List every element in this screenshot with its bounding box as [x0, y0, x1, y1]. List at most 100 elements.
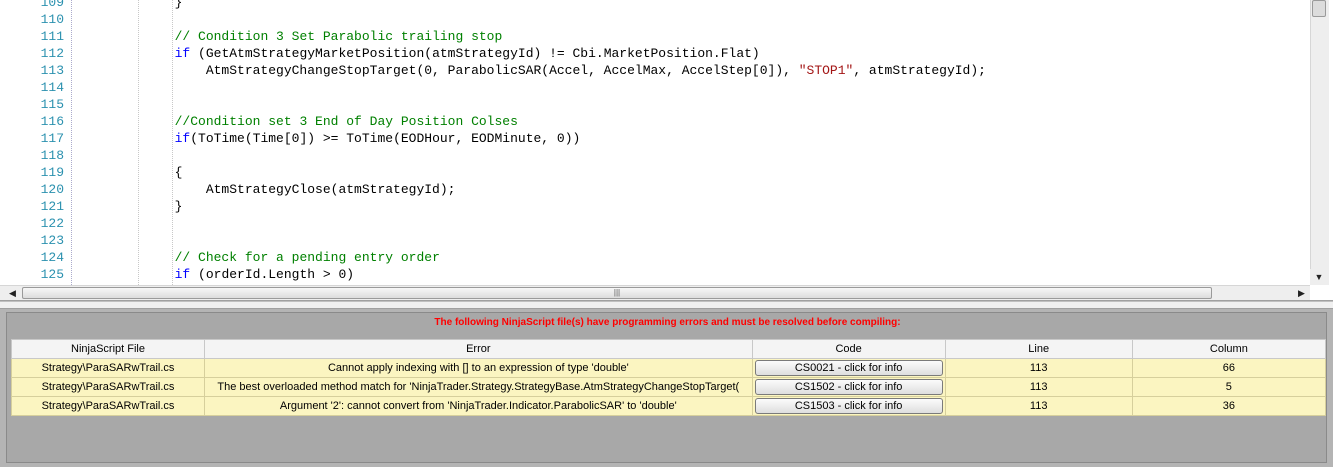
code-text: AtmStrategyChangeStopTarget(0, Parabolic…: [81, 62, 986, 79]
horizontal-scroll-thumb[interactable]: |||: [22, 287, 1212, 299]
code-token: (GetAtmStrategyMarketPosition(atmStrateg…: [190, 46, 760, 61]
code-line[interactable]: 117 if(ToTime(Time[0]) >= ToTime(EODHour…: [0, 130, 1310, 147]
code-line[interactable]: 111 // Condition 3 Set Parabolic trailin…: [0, 28, 1310, 45]
code-line[interactable]: 124 // Check for a pending entry order: [0, 249, 1310, 266]
code-token: "STOP1": [798, 63, 854, 78]
code-token: AtmStrategyChangeStopTarget(0, Parabolic…: [81, 63, 799, 78]
code-line[interactable]: 115: [0, 96, 1310, 113]
code-area[interactable]: 109 } 110 111 // Condition 3 Set Parabolic…: [0, 0, 1310, 285]
error-row[interactable]: Strategy\ParaSARwTrail.cs The best overl…: [10, 377, 1327, 397]
line-number: 121: [40, 199, 64, 214]
code-line[interactable]: 121 }: [0, 198, 1310, 215]
line-number: 123: [40, 233, 64, 248]
line-number: 125: [40, 267, 64, 282]
line-number: 124: [40, 250, 64, 265]
line-number: 117: [40, 131, 64, 146]
column-header-column[interactable]: Column: [1131, 339, 1327, 359]
error-line: 113: [944, 358, 1133, 378]
column-header-error[interactable]: Error: [204, 339, 753, 359]
code-token: {: [81, 165, 183, 180]
scroll-down-arrow-icon[interactable]: ▼: [1310, 269, 1328, 285]
code-token: if: [174, 46, 191, 61]
column-header-line[interactable]: Line: [944, 339, 1133, 359]
code-line[interactable]: 125 if (orderId.Length > 0): [0, 266, 1310, 283]
error-text: Cannot apply indexing with [] to an expr…: [204, 358, 753, 378]
code-editor[interactable]: 109 } 110 111 // Condition 3 Set Parabolic…: [0, 0, 1333, 301]
line-number: 116: [40, 114, 64, 129]
code-text: if (GetAtmStrategyMarketPosition(atmStra…: [81, 45, 760, 62]
error-line: 113: [944, 396, 1133, 416]
error-code-button[interactable]: CS1503 - click for info: [754, 398, 943, 414]
error-column: 5: [1131, 377, 1327, 397]
code-line[interactable]: 122: [0, 215, 1310, 232]
code-text: if(ToTime(Time[0]) >= ToTime(EODHour, EO…: [81, 130, 581, 147]
error-text: Argument '2': cannot convert from 'Ninja…: [204, 396, 753, 416]
code-token: //Condition set 3 End of Day Position Co…: [174, 114, 518, 129]
code-token: , atmStrategyId);: [853, 63, 986, 78]
code-token: }: [81, 199, 183, 214]
code-line[interactable]: 112 if (GetAtmStrategyMarketPosition(atm…: [0, 45, 1310, 62]
code-token: // Condition 3 Set Parabolic trailing st…: [174, 29, 503, 44]
line-number: 119: [40, 165, 64, 180]
error-text: The best overloaded method match for 'Ni…: [204, 377, 753, 397]
line-number: 114: [40, 80, 64, 95]
code-line[interactable]: 110: [0, 11, 1310, 28]
code-line[interactable]: 123: [0, 232, 1310, 249]
error-code-button[interactable]: CS1502 - click for info: [754, 379, 943, 395]
code-line[interactable]: 109 }: [0, 0, 1310, 11]
code-token: (orderId.Length > 0): [190, 267, 355, 282]
code-token: AtmStrategyClose(atmStrategyId);: [81, 182, 456, 197]
code-line[interactable]: 120 AtmStrategyClose(atmStrategyId);: [0, 181, 1310, 198]
error-row[interactable]: Strategy\ParaSARwTrail.cs Argument '2': …: [10, 396, 1327, 416]
error-code-cell: CS1503 - click for info: [751, 396, 946, 416]
error-table-header: NinjaScript File Error Code Line Column: [10, 339, 1327, 359]
error-file: Strategy\ParaSARwTrail.cs: [10, 396, 206, 416]
panel-splitter[interactable]: [0, 301, 1333, 309]
error-list-container: The following NinjaScript file(s) have p…: [6, 312, 1327, 463]
code-line[interactable]: 116 //Condition set 3 End of Day Positio…: [0, 113, 1310, 130]
code-line[interactable]: 118: [0, 147, 1310, 164]
code-line[interactable]: 113 AtmStrategyChangeStopTarget(0, Parab…: [0, 62, 1310, 79]
error-line: 113: [944, 377, 1133, 397]
line-number: 115: [40, 97, 64, 112]
code-line[interactable]: 114: [0, 79, 1310, 96]
code-text: //Condition set 3 End of Day Position Co…: [81, 113, 518, 130]
code-token: if: [174, 267, 191, 282]
scroll-grip: |||: [613, 288, 621, 297]
vertical-scrollbar[interactable]: [1310, 0, 1329, 285]
line-number: 118: [40, 148, 64, 163]
error-file: Strategy\ParaSARwTrail.cs: [10, 377, 206, 397]
error-message: The following NinjaScript file(s) have p…: [434, 317, 901, 328]
line-number: 111: [40, 29, 64, 44]
line-number: 110: [40, 12, 64, 27]
error-code-cell: CS1502 - click for info: [751, 377, 946, 397]
scroll-right-arrow-icon[interactable]: ▶: [1293, 285, 1310, 300]
code-text: AtmStrategyClose(atmStrategyId);: [81, 181, 456, 198]
error-panel: The following NinjaScript file(s) have p…: [0, 309, 1333, 467]
code-token: // Check for a pending entry order: [174, 250, 440, 265]
code-text: }: [81, 0, 183, 11]
code-line[interactable]: 119 {: [0, 164, 1310, 181]
scroll-left-arrow-icon[interactable]: ◀: [4, 285, 21, 300]
error-row[interactable]: Strategy\ParaSARwTrail.cs Cannot apply i…: [10, 358, 1327, 378]
line-number: 109: [40, 0, 64, 10]
column-header-file[interactable]: NinjaScript File: [10, 339, 206, 359]
line-number: 113: [40, 63, 64, 78]
code-text: // Condition 3 Set Parabolic trailing st…: [81, 28, 503, 45]
code-token: }: [81, 0, 183, 10]
code-text: }: [81, 198, 183, 215]
code-text: {: [81, 164, 183, 181]
code-text: // Check for a pending entry order: [81, 249, 440, 266]
error-code-button[interactable]: CS0021 - click for info: [754, 360, 943, 376]
line-number: 112: [40, 46, 64, 61]
vertical-scroll-thumb[interactable]: [1312, 0, 1326, 17]
column-header-code[interactable]: Code: [751, 339, 946, 359]
code-token: (ToTime(Time[0]) >= ToTime(EODHour, EODM…: [190, 131, 581, 146]
error-column: 66: [1131, 358, 1327, 378]
